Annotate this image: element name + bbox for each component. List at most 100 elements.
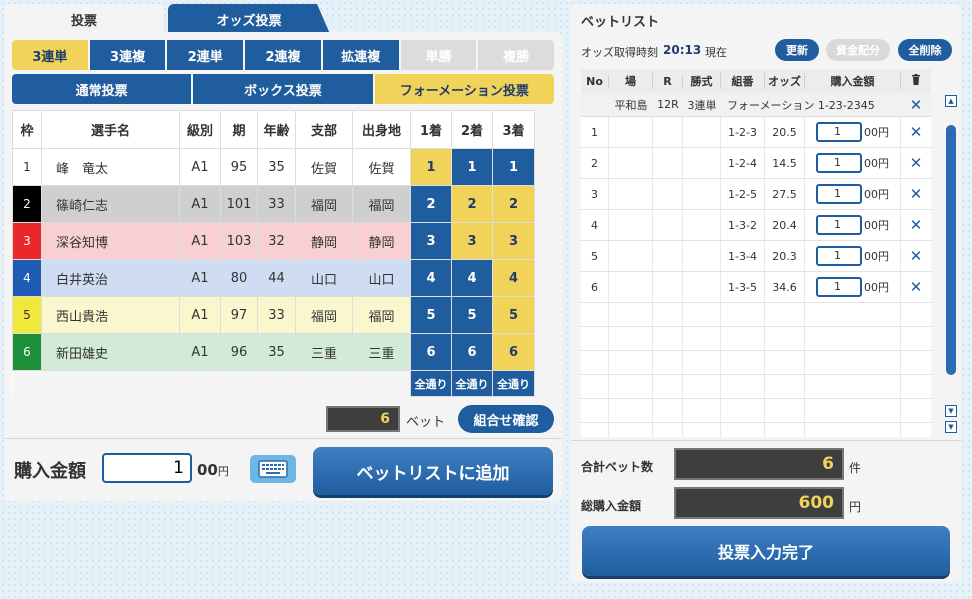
pick-first-button[interactable]: 1 [410,148,452,186]
bet-amount-input[interactable]: 1 [816,184,862,204]
pick-first-button[interactable]: 3 [410,222,452,260]
pick-first-button[interactable]: 4 [410,259,452,297]
confirm-combinations-button[interactable]: 組合せ確認 [458,405,554,433]
racer-home: 佐賀 [352,148,411,186]
pick-third-button[interactable]: 4 [492,259,535,297]
empty-bet-row [581,351,931,375]
keyboard-button[interactable] [250,455,296,483]
mode-box[interactable]: ボックス投票 [193,74,373,104]
pick-first-button[interactable]: 6 [410,333,452,371]
pick-second-button[interactable]: 5 [451,296,493,334]
bet-amount-input[interactable]: 1 [816,277,862,297]
delete-bet-icon[interactable]: ✕ [901,117,931,147]
bet-row: 6 1-3-5 34.6 1 00円 ✕ [581,272,931,303]
select-all-third[interactable]: 全通り [492,370,535,397]
fund-allocation-button: 資金配分 [826,39,890,61]
summary-delete-icon[interactable]: ✕ [901,96,931,114]
pick-first-button[interactable]: 5 [410,296,452,334]
betlist-col-combo: 組番 [721,73,765,89]
racer-term: 101 [220,185,258,223]
bet-type-kakurenpuku[interactable]: 拡連複 [322,40,399,70]
scroll-bottom-icon[interactable]: ▼ [945,421,957,433]
racer-term: 95 [220,148,258,186]
racer-table: 枠 選手名 級別 期 年齢 支部 出身地 1着 2着 3着 1峰 竜太 A1 95 3… [12,110,535,397]
racer-class: A1 [179,259,221,297]
bet-venue [609,179,653,209]
bet-amount-input[interactable]: 1 [816,215,862,235]
betlist-scrollbar[interactable]: ▲ ▼ ▼ [945,95,957,435]
racer-row: 5 西山貴浩 A1 97 33 福岡 福岡 5 5 5 [12,296,535,334]
pick-second-button[interactable]: 6 [451,333,493,371]
racer-home: 福岡 [352,185,411,223]
scroll-down-icon[interactable]: ▼ [945,405,957,417]
bet-race [653,148,683,178]
mode-formation[interactable]: フォーメーション投票 [374,74,554,104]
racer-branch: 福岡 [295,185,353,223]
bet-type-3rentan[interactable]: 3連単 [12,40,88,70]
col-name: 選手名 [41,110,180,149]
bet-combo: 1-3-4 [721,241,765,271]
pick-third-button[interactable]: 6 [492,333,535,371]
bet-amount-cell: 1 00円 [805,179,901,209]
mode-normal[interactable]: 通常投票 [12,74,192,104]
betlist-col-type: 勝式 [683,73,721,89]
pick-third-button[interactable]: 2 [492,185,535,223]
bet-type-2rentan[interactable]: 2連単 [167,40,244,70]
delete-bet-icon[interactable]: ✕ [901,210,931,240]
bet-count-display: 6 [326,406,400,432]
bet-no: 1 [581,117,609,147]
trash-icon[interactable] [901,74,931,88]
racer-age: 35 [257,333,296,371]
pick-third-button[interactable]: 3 [492,222,535,260]
select-all-second[interactable]: 全通り [451,370,493,397]
bet-race [653,210,683,240]
bet-race [653,272,683,302]
bet-type-2renpuku[interactable]: 2連複 [245,40,321,70]
racer-home: 山口 [352,259,411,297]
bet-row: 3 1-2-5 27.5 1 00円 ✕ [581,179,931,210]
betlist-col-amount: 購入金額 [805,73,901,89]
delete-bet-icon[interactable]: ✕ [901,272,931,302]
bet-amount-cell: 1 00円 [805,241,901,271]
empty-bet-row [581,423,931,437]
clear-all-button[interactable]: 全削除 [898,39,952,61]
select-all-row: 全通り 全通り 全通り [12,370,535,397]
summary-type: 3連単 [687,98,717,112]
bet-venue [609,272,653,302]
pick-second-button[interactable]: 3 [451,222,493,260]
total-amount-label: 総購入金額 [581,499,642,513]
purchase-amount-input[interactable] [102,453,192,483]
bet-type [683,241,721,271]
bet-count-unit: ベット [406,415,446,430]
racer-branch: 佐賀 [295,148,353,186]
delete-bet-icon[interactable]: ✕ [901,148,931,178]
col-term: 期 [220,110,258,149]
pick-second-button[interactable]: 4 [451,259,493,297]
scroll-up-icon[interactable]: ▲ [945,95,957,107]
pick-third-button[interactable]: 5 [492,296,535,334]
bet-amount-input[interactable]: 1 [816,246,862,266]
pick-second-button[interactable]: 1 [451,148,493,186]
pick-first-button[interactable]: 2 [410,185,452,223]
select-all-first[interactable]: 全通り [410,370,452,397]
scroll-thumb[interactable] [946,125,956,375]
tab-odds-vote[interactable]: オッズ投票 [168,4,330,34]
bet-combo: 1-2-5 [721,179,765,209]
empty-bet-row [581,375,931,399]
tab-vote[interactable]: 投票 [4,4,164,34]
delete-bet-icon[interactable]: ✕ [901,241,931,271]
pick-third-button[interactable]: 1 [492,148,535,186]
bet-type-selector: 3連単 3連複 2連単 2連複 拡連複 単勝 複勝 [12,40,555,70]
vote-complete-button[interactable]: 投票入力完了 [582,526,950,576]
racer-row: 6 新田雄史 A1 96 35 三重 三重 6 6 6 [12,333,535,371]
pick-second-button[interactable]: 2 [451,185,493,223]
update-button[interactable]: 更新 [775,39,819,61]
bet-type-3renpuku[interactable]: 3連複 [89,40,166,70]
racer-class: A1 [179,296,221,334]
bet-amount-input[interactable]: 1 [816,122,862,142]
bet-odds: 20.5 [765,117,805,147]
bet-combo: 1-3-2 [721,210,765,240]
add-to-betlist-button[interactable]: ベットリストに追加 [313,447,553,495]
bet-amount-input[interactable]: 1 [816,153,862,173]
delete-bet-icon[interactable]: ✕ [901,179,931,209]
